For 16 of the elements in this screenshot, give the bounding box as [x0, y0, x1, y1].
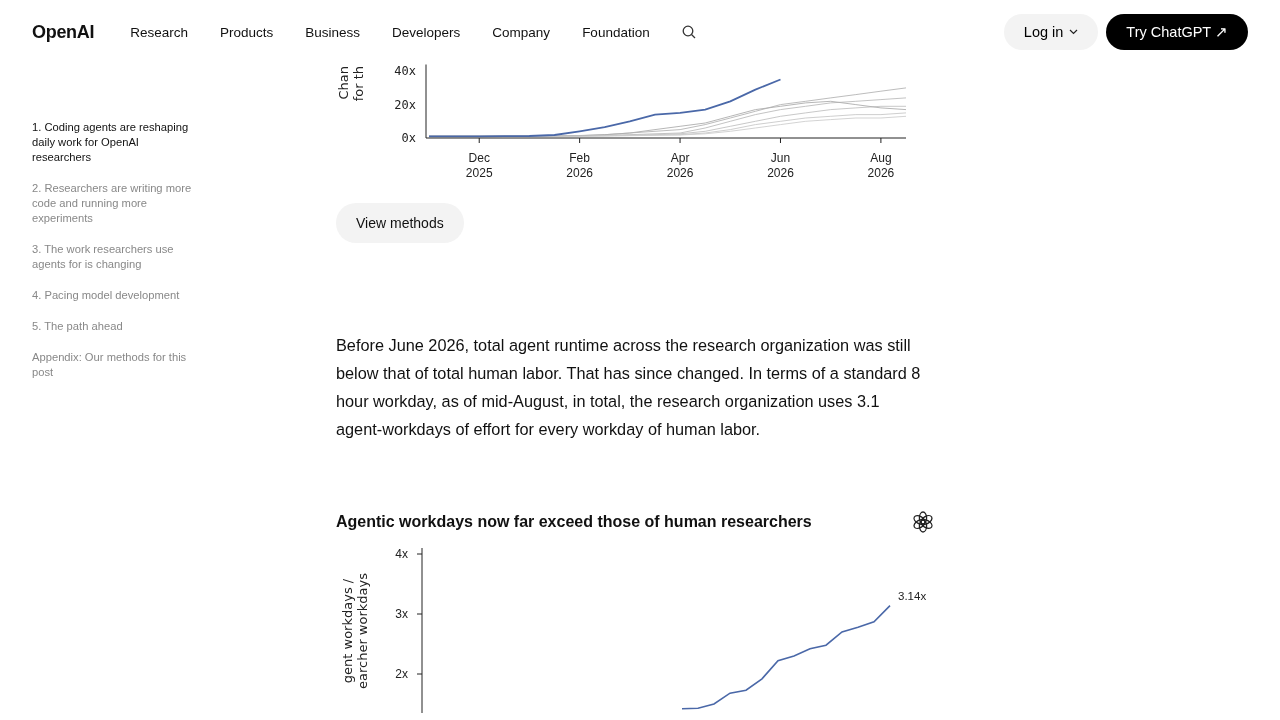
tick-label: Aug 2026 [867, 151, 895, 180]
tick-label: 40x [394, 64, 416, 79]
paragraph: Before June 2026, total agent runtime across the research organization was still below that of total human labor. That has since changed. In terms of a standard 8 hour workday, as of mid-August, in total, the research organization uses 3.1 agent-workdays of effort for every workday of human labor. [336, 335, 922, 440]
axis-title: gent workdays / earcher workdays [340, 573, 370, 689]
tick-label: 2x [395, 667, 408, 681]
tick-label: Apr 2026 [666, 151, 694, 180]
tick-label: Jun 2026 [767, 151, 794, 180]
data-label: 3.14x [898, 589, 927, 602]
tick-label: 3x [395, 607, 408, 621]
tick-label: 4x [395, 547, 408, 561]
tick-label: Dec 2025 [465, 151, 493, 180]
tick-label: 20x [394, 97, 416, 112]
tick-label: 0x [401, 131, 416, 145]
tick-label: Feb 2026 [566, 151, 593, 180]
chart-title: Agentic workdays now far exceed those of human researchers [336, 513, 812, 531]
axis-title: Chan for th [336, 66, 366, 102]
